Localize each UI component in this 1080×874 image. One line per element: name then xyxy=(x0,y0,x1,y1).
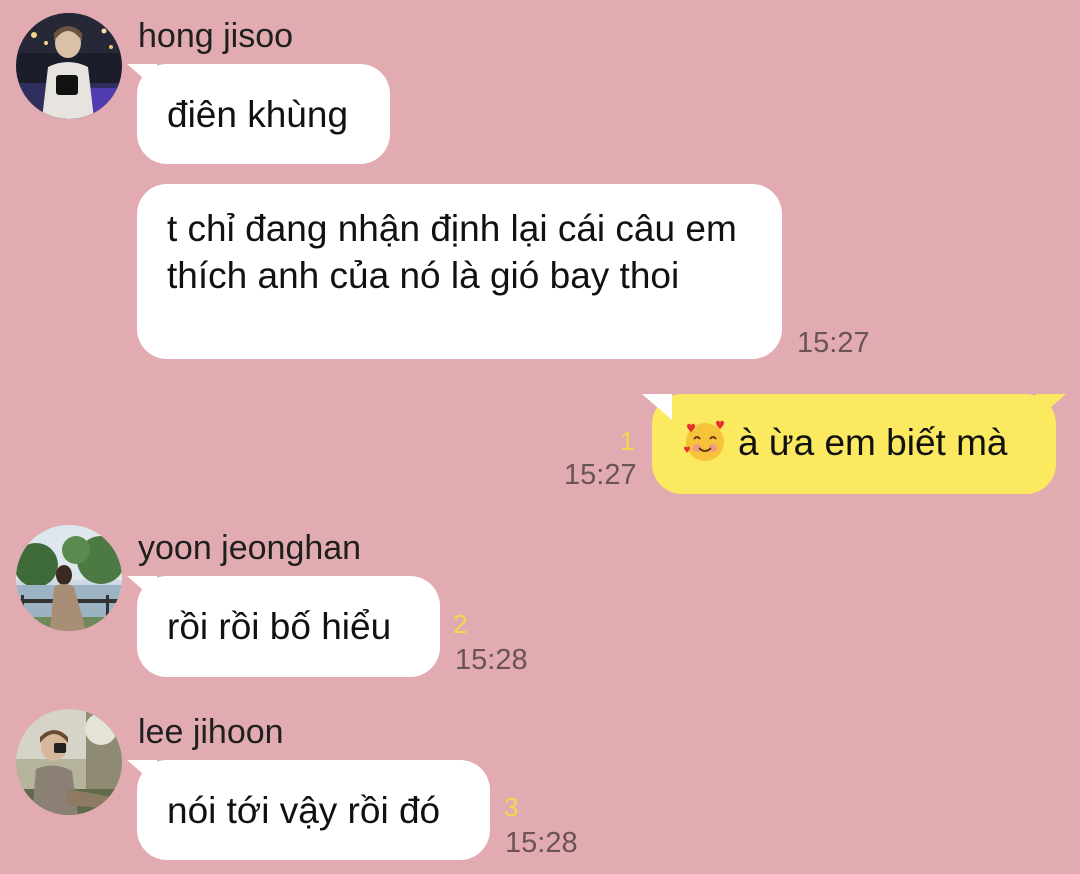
message-text: à ừa em biết mà xyxy=(738,422,1008,463)
sender-name: yoon jeonghan xyxy=(138,529,362,567)
message-text: rồi rồi bố hiểu xyxy=(167,606,392,647)
avatar-lee-jihoon[interactable] xyxy=(16,709,122,815)
message-bubble[interactable]: nói tới vậy rồi đó xyxy=(137,760,490,860)
message-text: điên khùng xyxy=(167,94,349,135)
message-time: 15:27 xyxy=(797,327,870,359)
sender-name: lee jihoon xyxy=(138,713,284,751)
message-text: nói tới vậy rồi đó xyxy=(167,790,441,831)
message-time: 15:28 xyxy=(455,644,528,676)
unread-count: 3 xyxy=(504,792,519,822)
message-time: 15:27 xyxy=(564,459,637,491)
my-message-bubble[interactable]: à ừa em biết mà xyxy=(652,394,1056,494)
message-time: 15:28 xyxy=(505,827,578,859)
sender-name: hong jisoo xyxy=(138,17,294,55)
message-bubble[interactable]: rồi rồi bố hiểu xyxy=(137,576,440,677)
message-text: t chỉ đang nhận định lại cái câu em thíc… xyxy=(167,208,737,296)
message-bubble[interactable]: điên khùng xyxy=(137,64,390,164)
avatar-yoon-jeonghan[interactable] xyxy=(16,525,122,631)
avatar-hong-jisoo[interactable] xyxy=(16,13,122,119)
message-bubble[interactable]: t chỉ đang nhận định lại cái câu em thíc… xyxy=(137,184,782,359)
unread-count: 2 xyxy=(453,609,468,639)
unread-count: 1 xyxy=(620,426,635,456)
chat-room[interactable]: hong jisoo điên khùng t chỉ đang nhận đị… xyxy=(0,0,1080,874)
smiling-face-with-hearts-icon xyxy=(682,418,728,464)
